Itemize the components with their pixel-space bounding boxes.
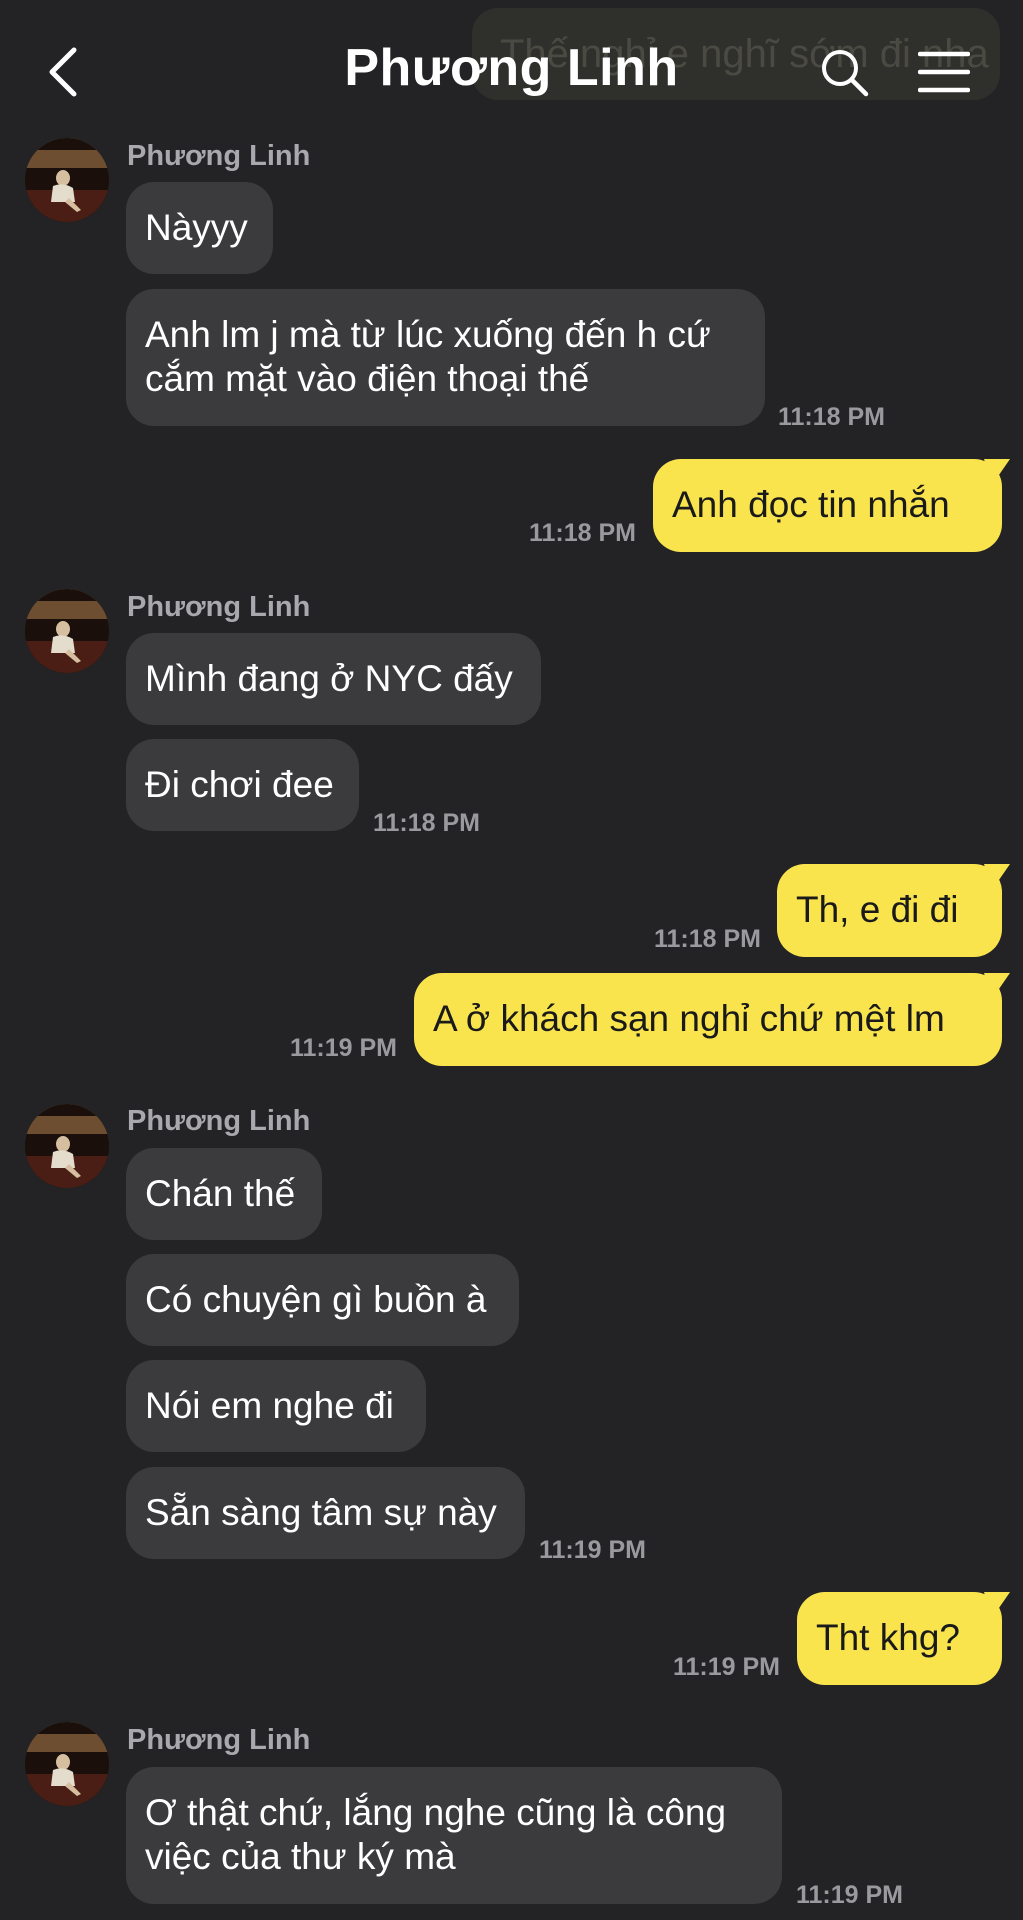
message-timestamp: 11:18 PM <box>373 809 481 837</box>
search-button[interactable] <box>818 46 870 98</box>
message-timestamp: 11:18 PM <box>778 403 886 431</box>
message-timestamp: 11:19 PM <box>290 1034 398 1062</box>
avatar-photo <box>25 138 109 222</box>
outgoing-message-text: Anh đọc tin nhắn <box>672 484 950 525</box>
sender-name: Phương Linh <box>127 140 311 172</box>
avatar-photo <box>25 1722 109 1806</box>
outgoing-message-text: A ở khách sạn nghỉ chứ mệt lm <box>433 998 945 1039</box>
search-icon <box>822 50 869 97</box>
message-timestamp: 11:19 PM <box>673 1653 781 1681</box>
avatar-photo <box>25 589 109 673</box>
bubble-tail <box>984 459 1010 485</box>
sender-name: Phương Linh <box>127 1105 311 1137</box>
message-timestamp: 11:19 PM <box>796 1881 904 1909</box>
incoming-message[interactable]: Có chuyện gì buồn à <box>126 1254 519 1346</box>
contact-avatar[interactable] <box>25 1722 109 1806</box>
contact-avatar[interactable] <box>25 1104 109 1188</box>
bubble-tail <box>984 864 1010 890</box>
contact-avatar[interactable] <box>25 138 109 222</box>
sender-name: Phương Linh <box>127 1724 311 1756</box>
outgoing-message[interactable]: Anh đọc tin nhắn <box>653 459 1010 552</box>
bubble-tail <box>984 1592 1010 1618</box>
incoming-message[interactable]: Nói em nghe đi <box>126 1360 426 1452</box>
outgoing-message-text: Th, e đi đi <box>796 889 959 930</box>
incoming-message[interactable]: Ơ thật chứ, lắng nghe cũng là công việc … <box>126 1767 782 1904</box>
outgoing-message[interactable]: Th, e đi đi <box>777 864 1010 957</box>
incoming-message[interactable]: Mình đang ở NYC đấy <box>126 633 541 725</box>
bubble-tail <box>984 973 1010 999</box>
hamburger-menu-icon <box>917 51 971 93</box>
menu-button[interactable] <box>917 50 971 94</box>
incoming-message[interactable]: Chán thế <box>126 1148 322 1240</box>
avatar-photo <box>25 1104 109 1188</box>
message-timestamp: 11:18 PM <box>529 519 637 547</box>
outgoing-message-text: Tht khg? <box>816 1617 960 1658</box>
incoming-message[interactable]: Đi chơi đee <box>126 739 359 831</box>
message-timestamp: 11:19 PM <box>539 1536 647 1564</box>
contact-avatar[interactable] <box>25 589 109 673</box>
incoming-message[interactable]: Sẵn sàng tâm sự này <box>126 1467 525 1559</box>
message-timestamp: 11:18 PM <box>654 925 762 953</box>
outgoing-message[interactable]: A ở khách sạn nghỉ chứ mệt lm <box>414 973 1010 1066</box>
outgoing-message[interactable]: Tht khg? <box>797 1592 1010 1685</box>
incoming-message[interactable]: Nàyyy <box>126 182 273 274</box>
sender-name: Phương Linh <box>127 591 311 623</box>
chat-header: Thế nghỉ e nghĩ sớm đi nha Phương Linh <box>0 0 1023 140</box>
incoming-message[interactable]: Anh lm j mà từ lúc xuống đến h cứ cắm mặ… <box>126 289 765 426</box>
